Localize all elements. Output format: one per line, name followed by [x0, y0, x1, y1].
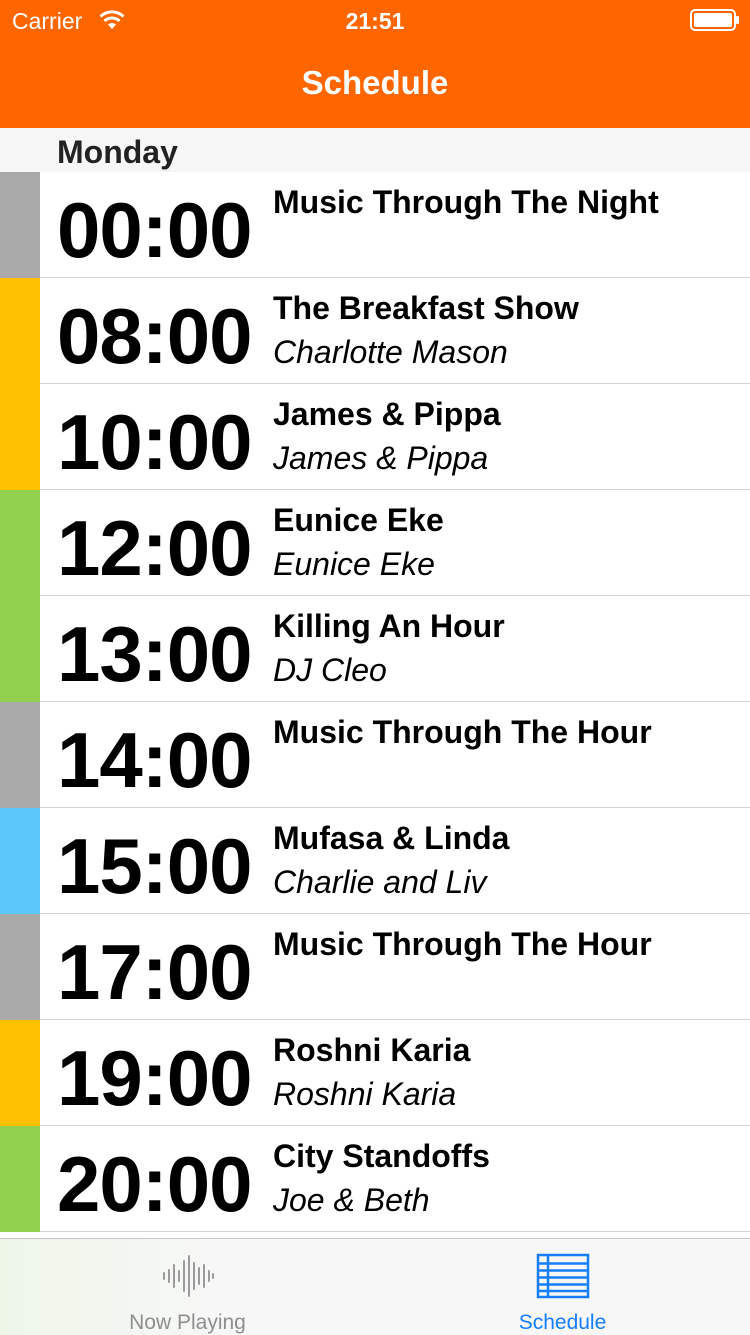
tab-bar: Now Playing Schedule [0, 1238, 750, 1335]
schedule-row[interactable]: 14:00 Music Through The Hour [0, 702, 750, 808]
schedule-row[interactable]: 12:00 Eunice Eke Eunice Eke [0, 490, 750, 596]
schedule-row[interactable]: 10:00 James & Pippa James & Pippa [0, 384, 750, 490]
show-host: DJ Cleo [273, 652, 387, 688]
show-title: Music Through The Hour [273, 926, 652, 962]
battery-icon [690, 9, 739, 31]
category-color-bar [0, 490, 40, 596]
show-host: Eunice Eke [273, 546, 435, 582]
schedule-row[interactable]: 20:00 City Standoffs Joe & Beth [0, 1126, 750, 1232]
tab-schedule[interactable]: Schedule [375, 1239, 750, 1335]
status-bar: Carrier 21:51 [0, 0, 750, 40]
show-title: City Standoffs [273, 1138, 490, 1174]
category-color-bar [0, 384, 40, 490]
status-time: 21:51 [345, 8, 405, 34]
show-title: Music Through The Night [273, 184, 659, 220]
show-title: Eunice Eke [273, 502, 444, 538]
show-time: 00:00 [57, 186, 252, 274]
tab-label: Now Playing [129, 1311, 246, 1334]
category-color-bar [0, 1126, 40, 1232]
show-host: Joe & Beth [273, 1182, 430, 1218]
show-time: 08:00 [57, 292, 252, 380]
show-host: Charlotte Mason [273, 334, 508, 370]
category-color-bar [0, 172, 40, 278]
show-time: 10:00 [57, 398, 252, 486]
show-title: Mufasa & Linda [273, 820, 510, 856]
list-icon [536, 1253, 590, 1299]
day-label: Monday [57, 134, 178, 170]
waveform-icon [163, 1255, 214, 1297]
schedule-row[interactable]: 00:00 Music Through The Night [0, 172, 750, 278]
show-time: 20:00 [57, 1140, 252, 1228]
show-title: Music Through The Hour [273, 714, 652, 750]
show-time: 14:00 [57, 716, 252, 804]
show-time: 17:00 [57, 928, 252, 1016]
show-time: 12:00 [57, 504, 252, 592]
schedule-row[interactable]: 19:00 Roshni Karia Roshni Karia [0, 1020, 750, 1126]
show-host: Charlie and Liv [273, 864, 487, 900]
category-color-bar [0, 596, 40, 702]
show-time: 13:00 [57, 610, 252, 698]
show-host: Roshni Karia [273, 1076, 457, 1112]
show-time: 15:00 [57, 822, 252, 910]
schedule-row[interactable]: 15:00 Mufasa & Linda Charlie and Liv [0, 808, 750, 914]
show-host: James & Pippa [273, 440, 489, 476]
schedule-row[interactable]: 17:00 Music Through The Hour [0, 914, 750, 1020]
show-title: The Breakfast Show [273, 290, 579, 326]
schedule-list[interactable]: 00:00 Music Through The Night 08:00 The … [0, 172, 750, 1232]
show-title: James & Pippa [273, 396, 501, 432]
show-title: Roshni Karia [273, 1032, 471, 1068]
tab-label: Schedule [518, 1311, 607, 1334]
show-time: 19:00 [57, 1034, 252, 1122]
category-color-bar [0, 278, 40, 384]
schedule-row[interactable]: 08:00 The Breakfast Show Charlotte Mason [0, 278, 750, 384]
show-title: Killing An Hour [273, 608, 505, 644]
nav-bar: Carrier 21:51 Schedule [0, 0, 750, 128]
tab-now-playing[interactable]: Now Playing [0, 1239, 375, 1335]
category-color-bar [0, 702, 40, 808]
category-color-bar [0, 914, 40, 1020]
schedule-row[interactable]: 13:00 Killing An Hour DJ Cleo [0, 596, 750, 702]
page-title: Schedule [301, 64, 449, 101]
section-header-day: Monday [0, 128, 750, 172]
category-color-bar [0, 808, 40, 914]
category-color-bar [0, 1020, 40, 1126]
